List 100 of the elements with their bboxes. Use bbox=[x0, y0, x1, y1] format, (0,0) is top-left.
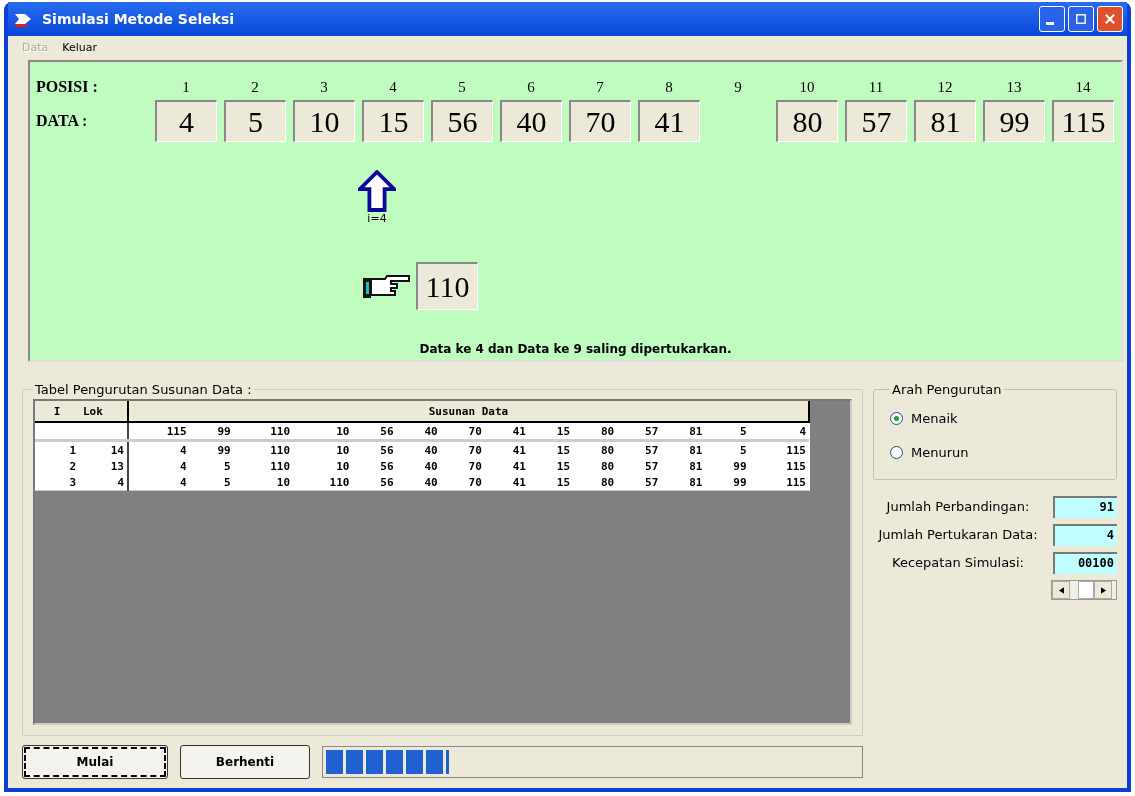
position-number: 10 bbox=[798, 78, 816, 96]
table-cell: 57 bbox=[617, 422, 662, 441]
table-cell: 56 bbox=[352, 474, 397, 491]
position-number: 3 bbox=[319, 78, 329, 96]
command-button[interactable]: Mulai bbox=[22, 745, 168, 779]
table-cell: 70 bbox=[440, 474, 485, 491]
stat-label: Kecepatan Simulasi: bbox=[891, 554, 1025, 572]
table-cell: 4 bbox=[128, 458, 190, 474]
table-cell: 70 bbox=[440, 440, 485, 458]
held-value-box: 110 bbox=[416, 262, 478, 310]
table-cell: 57 bbox=[617, 458, 662, 474]
table-cell: 81 bbox=[661, 458, 706, 474]
table-cell: 2 bbox=[35, 458, 79, 474]
maximize-icon bbox=[1074, 12, 1088, 26]
data-value-box: 81 bbox=[914, 100, 976, 142]
right-arrow-icon bbox=[1100, 586, 1106, 594]
radio-button[interactable] bbox=[890, 411, 903, 425]
table-cell: 57 bbox=[617, 440, 662, 458]
data-value-box: 57 bbox=[845, 100, 907, 142]
position-label: POSISI : bbox=[36, 78, 99, 96]
table-cell: 10 bbox=[293, 458, 353, 474]
table-cell: 80 bbox=[573, 440, 618, 458]
column-header: Susunan Data bbox=[128, 401, 809, 422]
data-value-box: 15 bbox=[362, 100, 424, 142]
minimize-icon bbox=[1046, 21, 1054, 25]
table-cell: 5 bbox=[189, 474, 234, 491]
table-cell: 10 bbox=[233, 474, 294, 491]
stat-label: Jumlah Perbandingan: bbox=[884, 498, 1031, 516]
position-number: 13 bbox=[1005, 78, 1023, 96]
table-cell: 99 bbox=[189, 440, 234, 458]
table-cell: 70 bbox=[440, 422, 485, 441]
data-value-box: 5 bbox=[224, 100, 286, 142]
table-cell: 110 bbox=[233, 440, 294, 458]
position-number: 11 bbox=[867, 78, 885, 96]
table-cell: 81 bbox=[661, 440, 706, 458]
position-number: 2 bbox=[250, 78, 260, 96]
menu-item[interactable]: Keluar bbox=[62, 40, 97, 54]
table-cell: 14 bbox=[79, 440, 128, 458]
left-arrow-icon bbox=[1058, 586, 1064, 594]
table-cell: 40 bbox=[396, 422, 441, 441]
data-value-box: 4 bbox=[155, 100, 217, 142]
stat-value-field: 4 bbox=[1053, 524, 1117, 546]
table-cell: 81 bbox=[661, 422, 706, 441]
radio-label: Menaik bbox=[911, 410, 958, 426]
table-cell: 80 bbox=[573, 474, 618, 491]
position-number: 12 bbox=[936, 78, 954, 96]
position-number: 6 bbox=[526, 78, 536, 96]
position-number: 1 bbox=[181, 78, 191, 96]
table-cell: 5 bbox=[189, 458, 234, 474]
close-button[interactable] bbox=[1097, 6, 1123, 32]
table-cell: 57 bbox=[617, 474, 662, 491]
table-cell: 4 bbox=[128, 440, 190, 458]
stat-value-field: 91 bbox=[1053, 496, 1117, 518]
position-number: 4 bbox=[388, 78, 398, 96]
column-header: Lok bbox=[79, 401, 128, 422]
pointer-label: i=4 bbox=[367, 212, 387, 225]
position-number: 5 bbox=[457, 78, 467, 96]
stat-value-field: 00100 bbox=[1053, 552, 1117, 574]
table-cell: 15 bbox=[528, 422, 573, 441]
table-cell: 41 bbox=[484, 474, 529, 491]
minimize-button[interactable] bbox=[1039, 6, 1065, 32]
table-cell: 99 bbox=[705, 458, 750, 474]
table-cell: 110 bbox=[293, 474, 353, 491]
table-cell: 5 bbox=[705, 440, 750, 458]
position-number: 7 bbox=[595, 78, 605, 96]
table-cell: 41 bbox=[484, 458, 529, 474]
data-value-box: 70 bbox=[569, 100, 631, 142]
table-cell: 3 bbox=[35, 474, 79, 491]
table-cell: 115 bbox=[749, 440, 809, 458]
radio-button[interactable] bbox=[890, 445, 903, 459]
table-cell: 4 bbox=[128, 474, 190, 491]
table-cell: 99 bbox=[189, 422, 234, 441]
table-cell: 99 bbox=[705, 474, 750, 491]
table-cell: 56 bbox=[352, 458, 397, 474]
table-cell: 70 bbox=[440, 458, 485, 474]
data-value-box: 115 bbox=[1052, 100, 1114, 142]
table-cell: 115 bbox=[749, 458, 809, 474]
status-message: Data ke 4 dan Data ke 9 saling dipertukarkan. bbox=[418, 342, 733, 356]
close-icon bbox=[1103, 12, 1117, 26]
table-cell: 15 bbox=[528, 458, 573, 474]
table-cell: 110 bbox=[233, 458, 294, 474]
data-label: DATA : bbox=[36, 112, 89, 130]
data-value-box: 40 bbox=[500, 100, 562, 142]
group-title: Tabel Pengurutan Susunan Data : bbox=[34, 382, 253, 397]
table-cell: 56 bbox=[352, 440, 397, 458]
group-title: Arah Pengurutan bbox=[891, 382, 1003, 397]
speed-scrollbar[interactable] bbox=[1051, 580, 1117, 600]
table-cell: 80 bbox=[573, 422, 618, 441]
table-cell: 41 bbox=[484, 440, 529, 458]
command-button[interactable]: Berhenti bbox=[180, 745, 310, 779]
table-cell: 4 bbox=[79, 474, 128, 491]
data-value-box: 99 bbox=[983, 100, 1045, 142]
radio-label: Menurun bbox=[911, 444, 969, 460]
data-value-box: 41 bbox=[638, 100, 700, 142]
column-header: I bbox=[35, 401, 79, 422]
table-cell: 40 bbox=[396, 440, 441, 458]
table-cell: 5 bbox=[705, 422, 750, 441]
maximize-button[interactable] bbox=[1068, 6, 1094, 32]
table-cell: 15 bbox=[528, 440, 573, 458]
table-cell: 40 bbox=[396, 458, 441, 474]
